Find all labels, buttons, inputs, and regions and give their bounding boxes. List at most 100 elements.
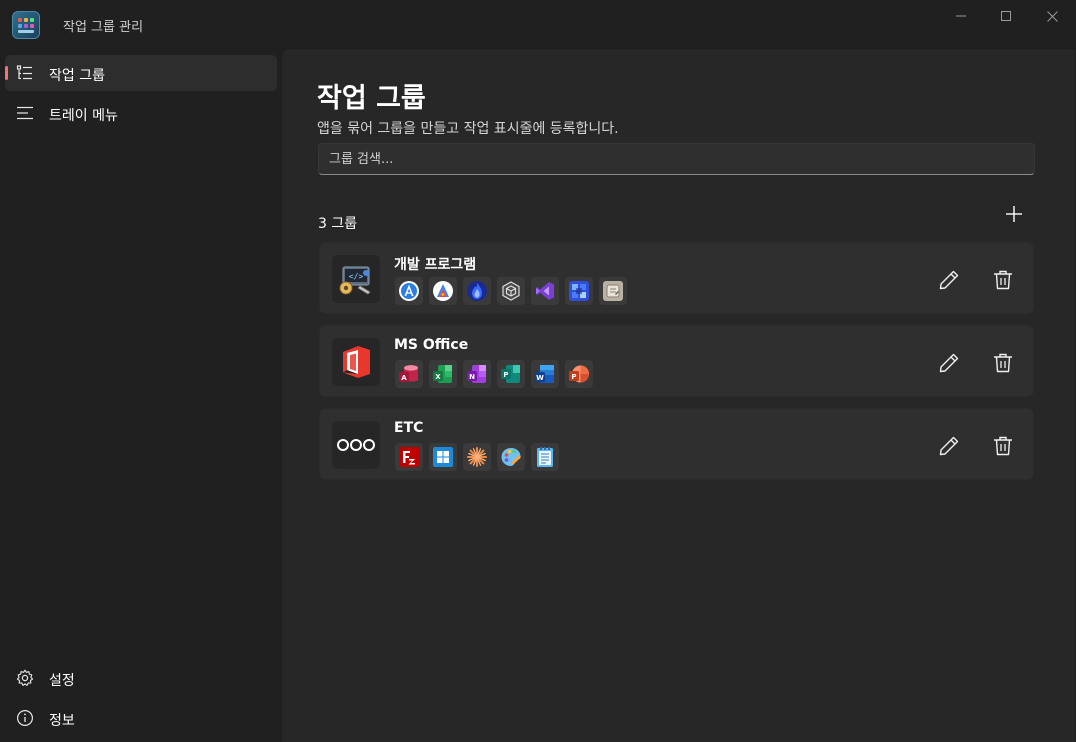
trash-icon — [994, 270, 1012, 290]
app-chip — [565, 277, 593, 305]
title-bar: 작업 그룹 관리 — [0, 0, 1076, 48]
app-icon-2 — [433, 281, 453, 301]
svg-text:X: X — [435, 373, 441, 381]
minimize-icon — [956, 15, 966, 17]
app-logo-icon — [12, 11, 40, 39]
main-content: 작업 그룹 앱을 묶어 그룹을 만들고 작업 표시줄에 등록합니다. 3 그룹 … — [281, 48, 1075, 742]
group-thumbnail: </> — [332, 255, 380, 303]
app-chip — [395, 443, 423, 471]
word-icon: W — [535, 365, 554, 383]
page-subtitle: 앱을 묶어 그룹을 만들고 작업 표시줄에 등록합니다. — [317, 121, 619, 137]
excel-icon: X — [433, 365, 452, 383]
svg-text:N: N — [469, 373, 475, 381]
app-chip — [531, 443, 559, 471]
svg-text:W: W — [536, 374, 544, 382]
group-name: ETC — [394, 420, 424, 436]
group-card-ms-office[interactable]: MS Office A X N P W P — [319, 325, 1034, 397]
svg-text:P: P — [503, 371, 508, 379]
svg-text:P: P — [571, 373, 576, 381]
app-chip — [429, 443, 457, 471]
group-app-list — [395, 277, 627, 305]
close-icon — [1046, 10, 1058, 22]
window-title: 작업 그룹 관리 — [63, 20, 144, 35]
svg-text:</>: </> — [349, 272, 364, 281]
lines-icon — [17, 106, 33, 120]
app-chip: W — [531, 360, 559, 388]
app-chip: A — [395, 360, 423, 388]
info-icon — [16, 709, 34, 727]
svg-text:A: A — [401, 374, 407, 382]
edit-group-button[interactable] — [934, 431, 964, 461]
unity-icon — [502, 281, 520, 301]
sidebar-item-label: 설정 — [49, 673, 75, 689]
android-studio-icon — [399, 281, 419, 301]
minimize-button[interactable] — [938, 0, 984, 32]
more-dots-icon — [337, 439, 375, 451]
sidebar-item-tray-menu[interactable]: 트레이 메뉴 — [5, 95, 277, 131]
selection-indicator — [5, 66, 8, 80]
gear-icon — [16, 669, 34, 686]
asterisk-icon — [467, 447, 487, 467]
sidebar-item-task-groups[interactable]: 작업 그룹 — [5, 55, 277, 91]
powerpoint-icon: P — [569, 365, 589, 383]
app-chip — [497, 443, 525, 471]
app-chip — [497, 277, 525, 305]
pencil-icon — [939, 270, 959, 290]
app-chip: X — [429, 360, 457, 388]
app-chip — [429, 277, 457, 305]
notepad-icon — [537, 447, 553, 467]
sidebar-item-about[interactable]: 정보 — [5, 700, 277, 736]
sidebar-item-label: 작업 그룹 — [49, 68, 105, 84]
app-chip: P — [565, 360, 593, 388]
list-icon — [16, 65, 32, 80]
page-title: 작업 그룹 — [317, 83, 426, 114]
group-app-list: A X N P W P — [395, 360, 593, 388]
pencil-icon — [939, 353, 959, 373]
group-card-etc[interactable]: ETC — [319, 408, 1034, 480]
grid-app-icon — [569, 281, 589, 301]
group-name: MS Office — [394, 337, 469, 353]
trash-icon — [994, 436, 1012, 456]
onenote-icon: N — [467, 365, 486, 383]
group-card-dev[interactable]: </> 개발 프로그램 — [319, 242, 1034, 314]
sidebar-item-label: 정보 — [49, 713, 75, 729]
app-chip — [463, 443, 491, 471]
app-chip — [463, 277, 491, 305]
app-chip — [395, 277, 423, 305]
flame-icon — [467, 281, 487, 301]
paint-icon — [501, 448, 521, 466]
developer-tools-icon: </> — [339, 266, 371, 295]
publisher-icon: P — [501, 365, 520, 383]
app-chip — [599, 277, 627, 305]
edit-group-button[interactable] — [934, 265, 964, 295]
office-icon — [343, 346, 370, 378]
pencil-icon — [939, 436, 959, 456]
app-chip — [531, 277, 559, 305]
access-icon: A — [399, 365, 418, 382]
sidebar-item-settings[interactable]: 설정 — [5, 660, 277, 696]
group-thumbnail — [332, 421, 380, 469]
sidebar-item-label: 트레이 메뉴 — [49, 108, 118, 124]
app-chip: N — [463, 360, 491, 388]
edit-group-button[interactable] — [934, 348, 964, 378]
group-count: 3 그룹 — [318, 216, 358, 232]
group-thumbnail — [332, 338, 380, 386]
app-icon-7 — [603, 281, 623, 301]
plus-icon — [1006, 206, 1022, 222]
filezilla-icon — [399, 447, 419, 467]
windows-icon — [433, 447, 453, 467]
maximize-button[interactable] — [983, 0, 1029, 32]
delete-group-button[interactable] — [988, 431, 1018, 461]
visual-studio-icon — [536, 282, 554, 300]
search-input[interactable] — [318, 143, 1035, 175]
delete-group-button[interactable] — [988, 265, 1018, 295]
close-button[interactable] — [1029, 0, 1075, 32]
maximize-icon — [1001, 11, 1011, 21]
group-app-list — [395, 443, 559, 471]
trash-icon — [994, 353, 1012, 373]
add-group-button[interactable] — [997, 199, 1031, 229]
group-name: 개발 프로그램 — [394, 257, 477, 273]
app-chip: P — [497, 360, 525, 388]
sidebar: 작업 그룹 트레이 메뉴 설정 정보 — [0, 48, 282, 742]
delete-group-button[interactable] — [988, 348, 1018, 378]
